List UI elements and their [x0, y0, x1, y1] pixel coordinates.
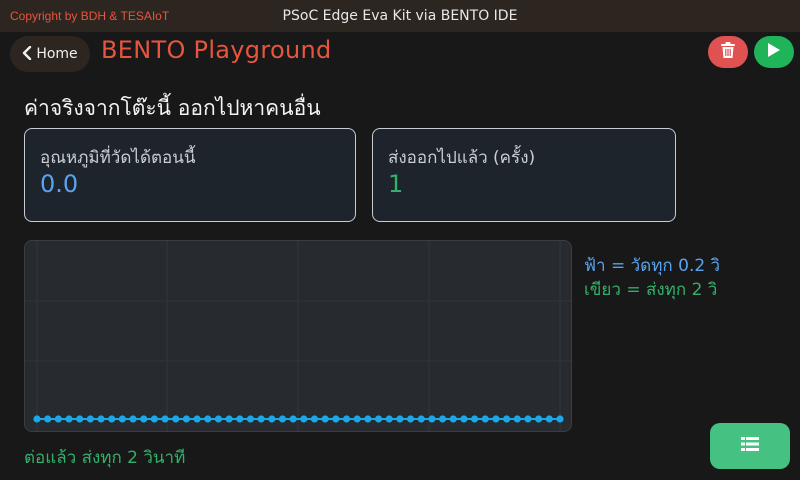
section-subtitle: ค่าจริงจากโต๊ะนี้ ออกไปหาคนอื่น [24, 96, 321, 120]
data-point [225, 415, 233, 423]
chevron-left-icon [22, 45, 32, 64]
data-point [481, 415, 489, 423]
app-title: PSoC Edge Eva Kit via BENTO IDE [282, 8, 518, 24]
line-chart [24, 240, 572, 432]
home-button[interactable]: Home [10, 36, 90, 72]
data-point [118, 415, 126, 423]
play-icon [767, 42, 781, 62]
data-point [268, 415, 276, 423]
connection-status: ต่อแล้ว ส่งทุก 2 วินาที [24, 448, 186, 468]
data-point [342, 415, 351, 423]
data-point [513, 415, 521, 423]
data-point [172, 415, 180, 423]
temperature-card: อุณหภูมิที่วัดได้ตอนนี้ 0.0 [24, 128, 356, 222]
list-view-button[interactable] [710, 423, 790, 469]
legend-green: เขียว = ส่งทุก 2 วิ [584, 280, 718, 300]
data-point [65, 415, 73, 423]
data-point [332, 415, 340, 423]
data-point [353, 415, 361, 423]
data-point [385, 415, 393, 423]
data-point [417, 415, 425, 423]
data-point [214, 415, 223, 423]
sent-count-value: 1 [388, 170, 404, 198]
data-point [503, 415, 511, 423]
data-point [289, 415, 297, 423]
run-button[interactable] [754, 36, 794, 68]
trash-icon [720, 41, 736, 63]
data-point [33, 415, 41, 423]
top-bar: Copyright by BDH & TESAIoT PSoC Edge Eva… [0, 0, 800, 32]
data-point [300, 415, 308, 423]
data-point [54, 415, 62, 423]
data-point [76, 415, 84, 423]
page-title: BENTO Playground [101, 36, 332, 64]
data-point [396, 415, 404, 423]
chart-svg [25, 241, 571, 431]
data-point [310, 415, 319, 423]
data-point [460, 415, 468, 423]
sent-count-card: ส่งออกไปแล้ว (ครั้ง) 1 [372, 128, 676, 222]
data-point [44, 415, 52, 423]
list-icon [741, 436, 759, 456]
data-point [364, 415, 372, 423]
data-point [182, 415, 191, 423]
data-point [97, 415, 105, 423]
data-point [278, 415, 287, 423]
temperature-label: อุณหภูมิที่วัดได้ตอนนี้ [40, 148, 196, 168]
data-point [545, 415, 553, 423]
data-point [236, 415, 244, 423]
data-point [524, 415, 532, 423]
data-point [438, 415, 447, 423]
data-point [471, 415, 479, 423]
data-point [193, 415, 201, 423]
data-point [374, 415, 383, 423]
data-point [150, 415, 159, 423]
data-point [449, 415, 457, 423]
home-label: Home [36, 46, 78, 62]
data-point [86, 415, 94, 423]
data-point [161, 415, 169, 423]
data-point [321, 415, 329, 423]
data-point [428, 415, 436, 423]
sent-count-label: ส่งออกไปแล้ว (ครั้ง) [388, 148, 536, 168]
data-point [257, 415, 265, 423]
data-point [108, 415, 116, 423]
legend-blue: ฟ้า = วัดทุก 0.2 วิ [584, 256, 721, 276]
data-point [129, 415, 137, 423]
temperature-value: 0.0 [40, 170, 79, 198]
data-point [140, 415, 148, 423]
data-point [492, 415, 500, 423]
data-point [535, 415, 543, 423]
data-point [556, 415, 564, 423]
data-point [246, 415, 255, 423]
data-point [204, 415, 212, 423]
delete-button[interactable] [708, 36, 748, 68]
data-point [406, 415, 415, 423]
